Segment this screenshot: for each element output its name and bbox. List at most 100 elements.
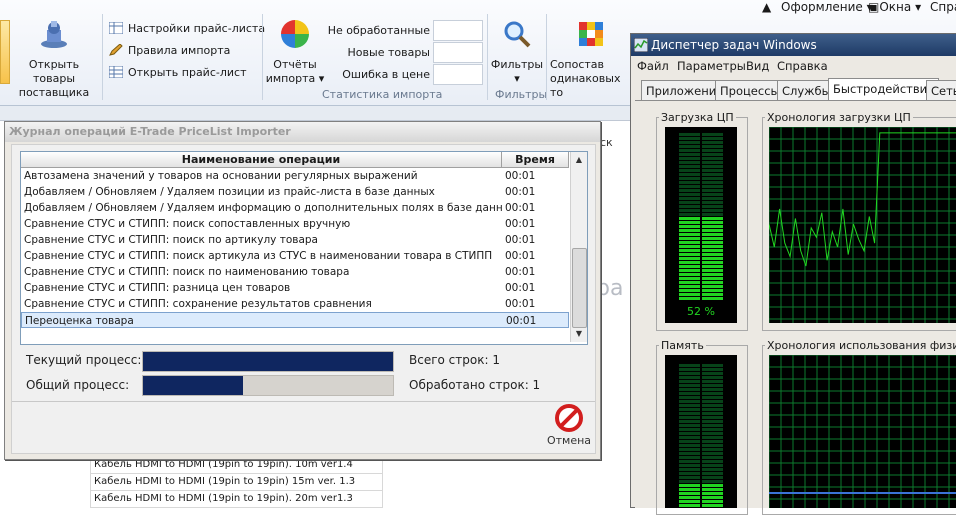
menu-windows[interactable]: ▣Окна ▾: [868, 0, 921, 14]
journal-window: Журнал операций E-Trade PriceList Import…: [4, 121, 601, 460]
table-scrollbar[interactable]: ▲ ▼: [570, 152, 587, 342]
scrollbar-thumb[interactable]: [572, 248, 587, 328]
meter-segment: [701, 165, 723, 168]
scroll-down-icon[interactable]: ▼: [572, 327, 586, 341]
current-process-bar: [142, 351, 394, 372]
meter-segment: [679, 297, 701, 300]
meter-segment: [679, 253, 701, 256]
column-header-time[interactable]: Время: [502, 152, 569, 167]
import-reports-text: Отчёты импорта: [265, 58, 317, 85]
meter-segment: [679, 269, 701, 272]
table-row[interactable]: Сравнение СТУС и СТИПП: поиск по наимено…: [21, 264, 569, 280]
meter-segment: [701, 257, 723, 260]
meter-segment: [679, 416, 701, 419]
menu-help[interactable]: Спра: [930, 0, 956, 14]
meter-segment: [679, 157, 701, 160]
meter-segment: [679, 193, 701, 196]
tab-processes[interactable]: Процессы: [715, 80, 785, 101]
table-row[interactable]: Добавляем / Обновляем / Удаляем информац…: [21, 200, 569, 216]
meter-segment: [701, 161, 723, 164]
tab-performance[interactable]: Быстродействие: [828, 78, 940, 102]
meter-segment: [701, 404, 723, 407]
meter-segment: [679, 428, 701, 431]
meter-segment: [701, 233, 723, 236]
ribbon-separator: [102, 14, 103, 100]
meter-segment: [701, 488, 723, 491]
row-name: Сравнение СТУС и СТИПП: разница цен това…: [24, 282, 291, 294]
filters-button[interactable]: Фильтры ▾: [490, 18, 544, 86]
goods-stack-icon: [41, 21, 67, 48]
menu-design[interactable]: Оформление ▾: [781, 0, 873, 14]
column-header-name[interactable]: Наименование операции: [21, 152, 502, 167]
ribbon-separator: [262, 14, 263, 100]
meter-segment: [701, 281, 723, 284]
menu-help-tm[interactable]: Справка: [777, 56, 828, 76]
meter-segment: [679, 420, 701, 423]
memory-label: Память: [659, 339, 706, 352]
journal-panel: Наименование операции Время Автозамена з…: [11, 144, 596, 454]
overall-process-label: Общий процесс:: [26, 378, 130, 392]
meter-segment: [701, 145, 723, 148]
cpu-percent: 52 %: [687, 305, 715, 318]
menu-view[interactable]: Вид: [746, 56, 769, 76]
meter-segment: [679, 153, 701, 156]
row-time: 00:01: [505, 170, 536, 182]
open-pricelist-button[interactable]: Открыть прайс-лист: [109, 66, 246, 84]
rubiks-cube-icon: [579, 22, 603, 46]
menu-options[interactable]: Параметры: [677, 56, 746, 76]
meter-segment: [701, 376, 723, 379]
meter-segment: [701, 364, 723, 367]
meter-segment: [701, 484, 723, 487]
table-row[interactable]: Сравнение СТУС и СТИПП: разница цен това…: [21, 280, 569, 296]
meter-segment: [701, 265, 723, 268]
meter-segment: [679, 177, 701, 180]
cpu-load-meter: 52 %: [665, 127, 737, 323]
meter-segment: [701, 269, 723, 272]
menu-windows-label: Окна: [879, 0, 912, 14]
meter-segment: [679, 265, 701, 268]
cancel-button[interactable]: Отмена: [545, 404, 593, 448]
meter-segment: [679, 185, 701, 188]
table-row[interactable]: Добавляем / Обновляем / Удаляем позиции …: [21, 184, 569, 200]
stat-new-goods-label: Новые товары: [347, 46, 430, 59]
table-row[interactable]: Сравнение СТУС и СТИПП: поиск артикула и…: [21, 248, 569, 264]
background-list-item[interactable]: Кабель HDMI to HDMI (19pin to 19pin). 20…: [90, 491, 383, 508]
background-list-item[interactable]: Кабель HDMI to HDMI (19pin to 19pin) 15m…: [90, 474, 383, 491]
task-manager-menubar: Файл Параметры Вид Справка: [631, 56, 956, 76]
open-supplier-goods-button[interactable]: Открыть товары поставщика: [8, 18, 100, 100]
meter-segment: [701, 456, 723, 459]
import-reports-button[interactable]: Отчёты импорта ▾: [264, 18, 326, 86]
scroll-up-icon[interactable]: ▲: [572, 153, 586, 167]
meter-segment: [701, 181, 723, 184]
meter-segment: [701, 472, 723, 475]
meter-segment: [679, 496, 701, 499]
table-row[interactable]: Сравнение СТУС и СТИПП: поиск сопоставле…: [21, 216, 569, 232]
table-row[interactable]: Сравнение СТУС и СТИПП: поиск по артикул…: [21, 232, 569, 248]
topmenu-arrow-icon: ▲: [762, 0, 772, 14]
menu-file[interactable]: Файл: [637, 56, 669, 76]
import-rules-button[interactable]: Правила импорта: [109, 44, 230, 62]
meter-segment: [679, 145, 701, 148]
row-time: 00:01: [505, 202, 536, 214]
pricelist-settings-button[interactable]: Настройки прайс-листа: [109, 22, 265, 40]
meter-segment: [701, 492, 723, 495]
meter-segment: [701, 500, 723, 503]
row-time: 00:01: [505, 298, 536, 310]
meter-segment: [701, 480, 723, 483]
table-row[interactable]: Автозамена значений у товаров на основан…: [21, 168, 569, 184]
meter-segment: [679, 173, 701, 176]
tab-network[interactable]: Сеть: [926, 80, 956, 101]
meter-segment: [701, 153, 723, 156]
row-time: 00:01: [505, 218, 536, 230]
meter-segment: [701, 225, 723, 228]
stat-price-error-box: [433, 64, 483, 85]
meter-segment: [701, 217, 723, 220]
meter-segment: [701, 177, 723, 180]
table-row-selected[interactable]: Переоценка товара 00:01: [21, 312, 569, 328]
pencil-icon: [109, 44, 123, 56]
meter-segment: [679, 408, 701, 411]
tab-services[interactable]: Службы: [777, 80, 836, 101]
table-row[interactable]: Сравнение СТУС и СТИПП: сохранение резул…: [21, 296, 569, 312]
match-same-button[interactable]: Сопостав одинаковых то: [550, 18, 632, 100]
meter-segment: [701, 189, 723, 192]
